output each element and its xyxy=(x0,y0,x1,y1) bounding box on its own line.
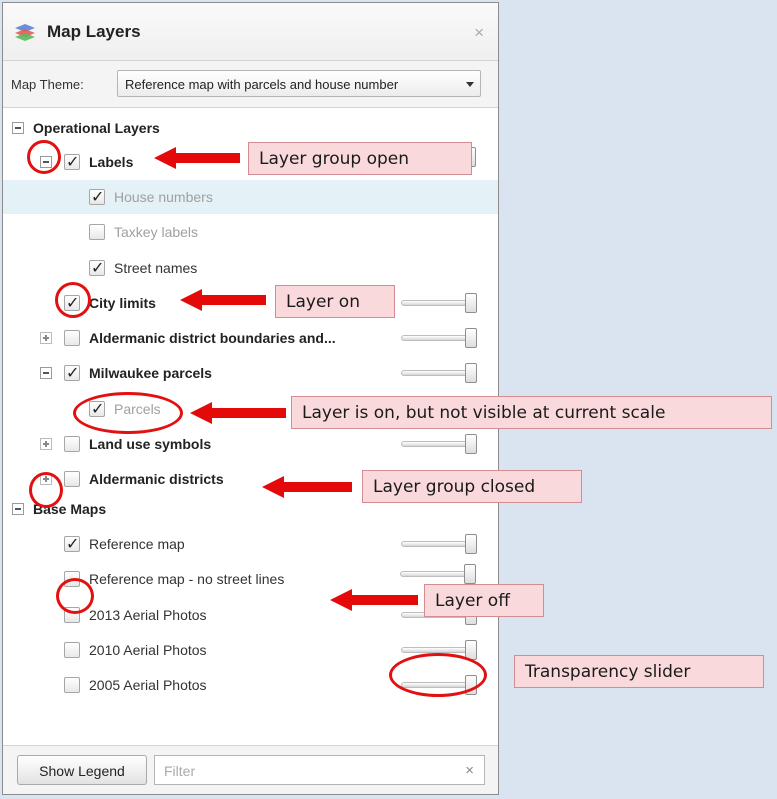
highlight-ring xyxy=(29,472,63,508)
show-legend-button[interactable]: Show Legend xyxy=(17,755,147,785)
map-theme-select[interactable]: Reference map with parcels and house num… xyxy=(117,70,481,97)
layer-label: 2005 Aerial Photos xyxy=(89,677,207,693)
collapse-icon[interactable] xyxy=(40,367,52,379)
highlight-ring xyxy=(56,578,94,614)
red-arrow xyxy=(190,402,286,424)
expand-icon[interactable] xyxy=(40,438,52,450)
layer-row-house-numbers: House numbers xyxy=(3,180,498,214)
checkbox-aerial-2010[interactable] xyxy=(64,642,80,658)
transparency-slider[interactable] xyxy=(401,328,477,348)
highlight-ring xyxy=(55,282,91,318)
transparency-slider[interactable] xyxy=(400,564,476,584)
close-icon[interactable]: × xyxy=(474,23,484,43)
map-theme-label: Map Theme: xyxy=(11,77,84,92)
layer-label: Reference map xyxy=(89,536,185,552)
filter-input[interactable]: Filter × xyxy=(154,755,485,785)
layer-row-taxkey-labels: Taxkey labels xyxy=(3,215,498,249)
layer-label: 2010 Aerial Photos xyxy=(89,642,207,658)
checkbox-milwaukee-parcels[interactable] xyxy=(64,363,80,382)
checkbox-taxkey-labels[interactable] xyxy=(89,224,105,240)
red-arrow xyxy=(154,147,240,169)
layer-label: House numbers xyxy=(114,189,213,205)
panel-bottombar: Show Legend Filter × xyxy=(3,745,498,794)
red-arrow xyxy=(180,289,266,311)
group-label: Operational Layers xyxy=(33,120,160,136)
callout-layer-on: Layer on xyxy=(275,285,395,318)
checkbox-aerial-2005[interactable] xyxy=(64,677,80,693)
panel-titlebar: Map Layers × xyxy=(3,3,498,61)
layers-icon xyxy=(15,24,35,41)
transparency-slider[interactable] xyxy=(401,363,477,383)
collapse-icon[interactable] xyxy=(12,503,24,515)
callout-transparency: Transparency slider xyxy=(514,655,764,688)
layer-row-aldermanic-boundaries: Aldermanic district boundaries and... xyxy=(3,321,498,355)
highlight-ring xyxy=(389,653,487,697)
transparency-slider[interactable] xyxy=(401,293,477,313)
filter-placeholder: Filter xyxy=(164,763,196,779)
layer-row-reference-map: Reference map xyxy=(3,527,498,561)
checkbox-labels[interactable] xyxy=(64,152,80,171)
callout-group-open: Layer group open xyxy=(248,142,472,175)
layer-label: Aldermanic districts xyxy=(89,471,224,487)
layer-label: Milwaukee parcels xyxy=(89,365,212,381)
checkbox-street-names[interactable] xyxy=(89,258,105,277)
expand-icon[interactable] xyxy=(40,332,52,344)
group-operational-layers: Operational Layers xyxy=(3,111,498,145)
checkbox-reference-map[interactable] xyxy=(64,534,80,553)
layer-label: 2013 Aerial Photos xyxy=(89,607,207,623)
red-arrow xyxy=(330,589,418,611)
callout-group-closed: Layer group closed xyxy=(362,470,582,503)
highlight-ring xyxy=(27,140,61,174)
layer-label: Street names xyxy=(114,260,198,276)
transparency-slider[interactable] xyxy=(401,434,477,454)
checkbox-house-numbers[interactable] xyxy=(89,187,105,206)
layer-label: City limits xyxy=(89,295,156,311)
clear-filter-icon[interactable]: × xyxy=(465,762,474,779)
map-theme-row: Map Theme: Reference map with parcels an… xyxy=(3,61,498,108)
red-arrow xyxy=(262,476,352,498)
highlight-ring xyxy=(73,392,183,434)
dropdown-arrow-icon xyxy=(466,82,474,87)
collapse-icon[interactable] xyxy=(12,122,24,134)
checkbox-land-use-symbols[interactable] xyxy=(64,436,80,452)
panel-title: Map Layers xyxy=(47,22,141,41)
callout-not-visible: Layer is on, but not visible at current … xyxy=(291,396,772,429)
layer-label: Land use symbols xyxy=(89,436,212,452)
checkbox-aldermanic-districts[interactable] xyxy=(64,471,80,487)
callout-layer-off: Layer off xyxy=(424,584,544,617)
transparency-slider[interactable] xyxy=(401,534,477,554)
layer-label: Reference map - no street lines xyxy=(89,571,285,587)
layer-label: Aldermanic district boundaries and... xyxy=(89,330,336,346)
layer-label: Labels xyxy=(89,154,134,170)
layer-row-land-use-symbols: Land use symbols xyxy=(3,427,498,461)
checkbox-aldermanic-boundaries[interactable] xyxy=(64,330,80,346)
layer-label: Taxkey labels xyxy=(114,224,199,240)
layer-row-street-names: Street names xyxy=(3,251,498,285)
map-theme-value: Reference map with parcels and house num… xyxy=(125,77,399,92)
layer-row-milwaukee-parcels: Milwaukee parcels xyxy=(3,356,498,390)
